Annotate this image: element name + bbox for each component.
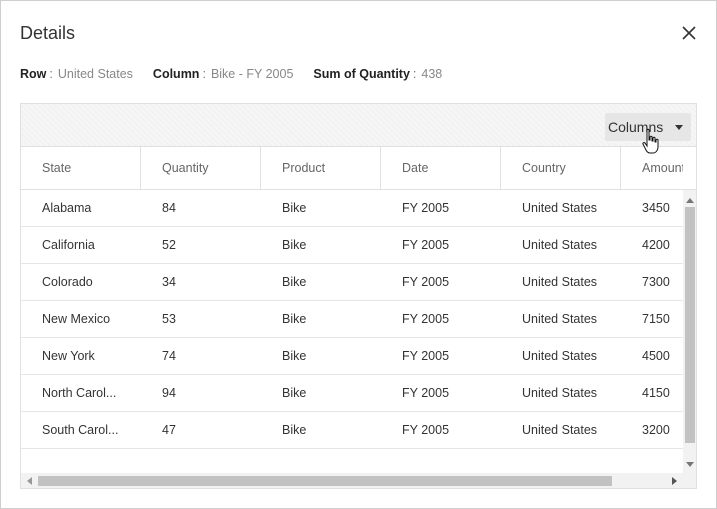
sum-value: 438 <box>421 67 443 81</box>
scroll-up-icon[interactable] <box>686 198 694 203</box>
table-cell: 94 <box>162 386 176 400</box>
table-cell: FY 2005 <box>402 423 450 437</box>
caret-down-icon <box>675 125 683 130</box>
column-header[interactable]: Date <box>381 147 501 189</box>
table-row[interactable]: Alabama 84 Bike FY 2005 United States 34… <box>21 190 683 227</box>
close-button[interactable] <box>677 21 701 45</box>
column-value: Bike - FY 2005 <box>210 67 294 81</box>
table-row[interactable]: Colorado 34 Bike FY 2005 United States 7… <box>21 264 683 301</box>
column-label: Column <box>152 67 200 81</box>
column-header[interactable]: Amount <box>621 147 683 189</box>
sum-label: Sum of Quantity <box>313 67 410 81</box>
table-cell: Bike <box>282 201 307 215</box>
table-cell: United States <box>522 386 598 400</box>
scrollbar-corner <box>683 473 696 488</box>
table-cell: Bike <box>282 275 307 289</box>
horizontal-scroll-thumb[interactable] <box>38 476 612 486</box>
table-cell: United States <box>522 238 598 252</box>
table-cell: United States <box>522 349 598 363</box>
table-cell: FY 2005 <box>402 386 450 400</box>
horizontal-scrollbar[interactable] <box>21 473 683 488</box>
table-cell: Bike <box>282 386 307 400</box>
sum-separator: : <box>412 67 417 81</box>
details-dialog: Details Row : United States Column : Bik… <box>0 0 717 509</box>
table-cell: United States <box>522 275 598 289</box>
table-cell: 84 <box>162 201 176 215</box>
table-cell: Bike <box>282 423 307 437</box>
grid-toolbar: Columns <box>21 104 696 147</box>
column-header[interactable]: Quantity <box>141 147 261 189</box>
table-row[interactable]: California 52 Bike FY 2005 United States… <box>21 227 683 264</box>
table-cell: 34 <box>162 275 176 289</box>
table-cell: FY 2005 <box>402 312 450 326</box>
row-separator: : <box>49 67 53 81</box>
row-label: Row <box>20 67 47 81</box>
table-cell: South Carol... <box>42 423 119 437</box>
table-cell: United States <box>522 201 598 215</box>
details-grid: Columns State Quantity Product Date Coun… <box>20 103 697 489</box>
table-cell: 74 <box>162 349 176 363</box>
table-cell: Colorado <box>42 275 93 289</box>
table-cell: New York <box>42 349 95 363</box>
table-cell: 4200 <box>642 238 670 252</box>
table-cell: FY 2005 <box>402 201 450 215</box>
column-header[interactable]: State <box>21 147 141 189</box>
dialog-title: Details <box>20 23 76 43</box>
grid-header: State Quantity Product Date Country Amou… <box>21 147 696 190</box>
table-row[interactable]: New York 74 Bike FY 2005 United States 4… <box>21 338 683 375</box>
scroll-right-icon[interactable] <box>672 477 677 485</box>
table-cell: Bike <box>282 349 307 363</box>
column-info: Column : Bike - FY 2005 <box>153 67 293 81</box>
column-separator: : <box>202 67 206 81</box>
table-row[interactable]: North Carol... 94 Bike FY 2005 United St… <box>21 375 683 412</box>
table-cell: 53 <box>162 312 176 326</box>
table-cell: 4150 <box>642 386 670 400</box>
table-cell: 3200 <box>642 423 670 437</box>
table-cell: Bike <box>282 238 307 252</box>
column-header[interactable]: Country <box>501 147 621 189</box>
table-cell: Alabama <box>42 201 92 215</box>
drill-info: Row : United States Column : Bike - FY 2… <box>20 67 462 81</box>
column-header[interactable]: Product <box>261 147 381 189</box>
table-cell: New Mexico <box>42 312 111 326</box>
table-cell: FY 2005 <box>402 238 450 252</box>
vertical-scrollbar[interactable] <box>683 190 696 473</box>
table-row[interactable]: South Carol... 47 Bike FY 2005 United St… <box>21 412 683 449</box>
table-cell: United States <box>522 312 598 326</box>
table-row[interactable]: New Mexico 53 Bike FY 2005 United States… <box>21 301 683 338</box>
scroll-left-icon[interactable] <box>27 477 32 485</box>
table-cell: FY 2005 <box>402 349 450 363</box>
table-cell: California <box>42 238 95 252</box>
table-cell: North Carol... <box>42 386 117 400</box>
columns-button-label: Columns <box>608 119 664 135</box>
row-info: Row : United States <box>20 67 133 81</box>
table-cell: 47 <box>162 423 176 437</box>
close-icon <box>682 26 696 40</box>
columns-button[interactable]: Columns <box>605 113 691 141</box>
sum-info: Sum of Quantity : 438 <box>313 67 442 81</box>
scroll-down-icon[interactable] <box>686 462 694 467</box>
grid-body: Alabama 84 Bike FY 2005 United States 34… <box>21 190 683 449</box>
table-cell: 7150 <box>642 312 670 326</box>
row-value: United States <box>57 67 133 81</box>
table-cell: 4500 <box>642 349 670 363</box>
vertical-scroll-thumb[interactable] <box>685 207 695 443</box>
table-cell: Bike <box>282 312 307 326</box>
table-cell: FY 2005 <box>402 275 450 289</box>
table-cell: 3450 <box>642 201 670 215</box>
table-cell: 7300 <box>642 275 670 289</box>
table-cell: United States <box>522 423 598 437</box>
table-cell: 52 <box>162 238 176 252</box>
